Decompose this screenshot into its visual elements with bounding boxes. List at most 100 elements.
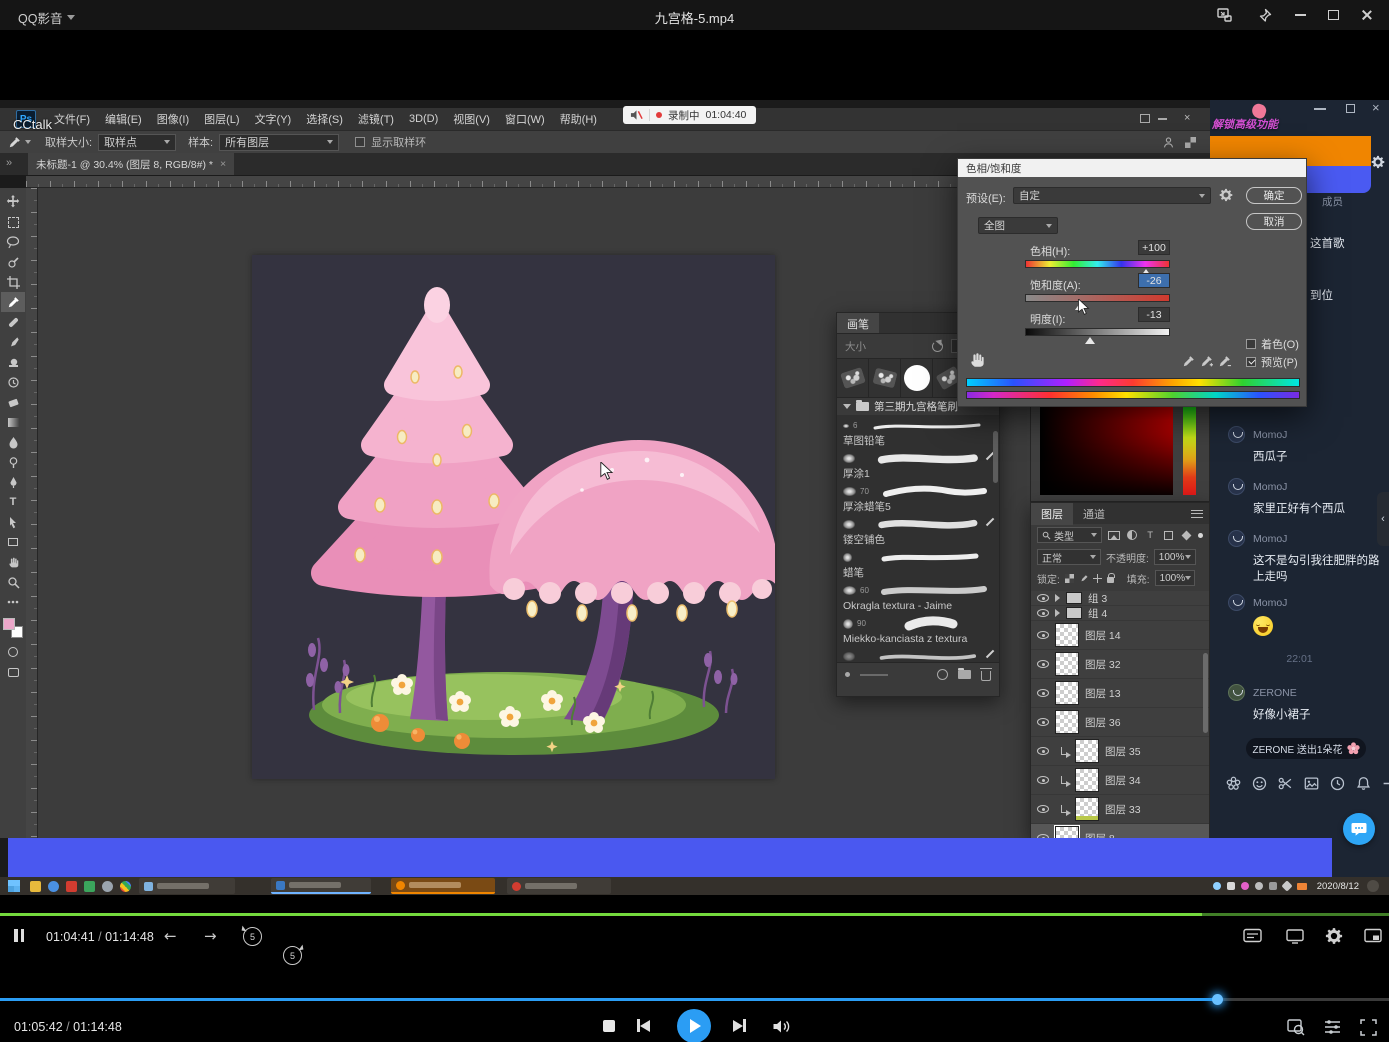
filter-type-icon[interactable]: T bbox=[1143, 529, 1156, 541]
layer-row-clipped[interactable]: 图层 33 bbox=[1031, 795, 1209, 824]
workspace-icon[interactable] bbox=[1185, 137, 1196, 148]
tool-zoom[interactable] bbox=[1, 572, 25, 592]
document-tab[interactable]: 未标题-1 @ 30.4% (图层 8, RGB/8#) * × bbox=[28, 153, 234, 175]
opacity-dropdown[interactable]: 100% bbox=[1154, 549, 1196, 565]
tool-move[interactable] bbox=[1, 192, 25, 212]
tool-dodge[interactable] bbox=[1, 452, 25, 472]
overlay-pause-button[interactable] bbox=[14, 929, 27, 942]
taskbar-browser-icon[interactable] bbox=[120, 881, 131, 892]
notification-icon[interactable] bbox=[1367, 880, 1379, 892]
tool-shape[interactable] bbox=[1, 532, 25, 552]
menu-image[interactable]: 图像(I) bbox=[157, 111, 189, 127]
menu-file[interactable]: 文件(F) bbox=[54, 111, 90, 127]
tool-blur[interactable] bbox=[1, 432, 25, 452]
maximize-button[interactable] bbox=[1324, 6, 1342, 24]
foreground-color-swatch[interactable] bbox=[3, 618, 15, 630]
lock-all-icon[interactable] bbox=[1107, 577, 1114, 583]
eyedropper-tool-icon[interactable] bbox=[8, 136, 21, 149]
range-dropdown[interactable]: 全图 bbox=[978, 217, 1058, 234]
avatar[interactable] bbox=[1228, 594, 1245, 611]
taskbar-date[interactable]: 2020/8/12 bbox=[1317, 881, 1359, 892]
cctalk-maximize-icon[interactable] bbox=[1346, 104, 1355, 113]
chat-collapse-handle[interactable]: ‹ bbox=[1377, 492, 1389, 546]
delete-brush-icon[interactable] bbox=[981, 671, 991, 681]
ps-minimize-icon[interactable] bbox=[1158, 118, 1167, 120]
eye-icon[interactable] bbox=[1037, 609, 1049, 617]
tray-icon[interactable] bbox=[1255, 882, 1263, 890]
brush-item[interactable]: 镂空铺色 bbox=[837, 514, 999, 547]
layer-row-clipped[interactable]: 图层 35 bbox=[1031, 737, 1209, 766]
chat-bubble-button[interactable] bbox=[1343, 813, 1375, 845]
ok-button[interactable]: 确定 bbox=[1246, 187, 1302, 204]
show-ring-checkbox[interactable] bbox=[355, 137, 365, 147]
sample-size-dropdown[interactable]: 取样点 bbox=[98, 134, 176, 151]
forward-5s-button[interactable]: 5 bbox=[283, 946, 302, 965]
screen-mode-icon[interactable] bbox=[1, 662, 25, 682]
close-button[interactable] bbox=[1358, 6, 1376, 24]
eyedropper-plus-icon[interactable] bbox=[1200, 355, 1213, 368]
tool-quick-select[interactable] bbox=[1, 252, 25, 272]
brush-item[interactable]: 蜡笔 bbox=[837, 547, 999, 580]
preview-checkbox[interactable] bbox=[1246, 357, 1256, 367]
quick-mask-icon[interactable] bbox=[1, 642, 25, 662]
document-close-icon[interactable]: × bbox=[220, 158, 226, 170]
eye-icon[interactable] bbox=[1037, 594, 1049, 602]
create-brush-icon[interactable] bbox=[937, 669, 948, 680]
targeted-adjustment-icon[interactable] bbox=[968, 351, 986, 369]
new-group-icon[interactable] bbox=[958, 670, 971, 679]
brush-tip-1[interactable] bbox=[837, 359, 869, 397]
members-label[interactable]: 成员 bbox=[1322, 194, 1343, 209]
tray-icon[interactable] bbox=[1269, 882, 1277, 890]
player-settings-button[interactable] bbox=[1325, 927, 1343, 945]
image-icon[interactable] bbox=[1304, 776, 1319, 791]
eyedropper-minus-icon[interactable] bbox=[1218, 355, 1231, 368]
tab-channels[interactable]: 通道 bbox=[1073, 503, 1115, 525]
arrow-right-icon[interactable] bbox=[1382, 776, 1389, 791]
tab-layers[interactable]: 图层 bbox=[1031, 503, 1073, 525]
taskbar-app-icon[interactable] bbox=[102, 881, 113, 892]
eye-icon[interactable] bbox=[1037, 718, 1049, 726]
previous-button[interactable] bbox=[637, 1019, 650, 1032]
tool-eraser[interactable] bbox=[1, 392, 25, 412]
layer-row[interactable]: 图层 36 bbox=[1031, 708, 1209, 737]
brush-panel-tab[interactable]: 画笔 bbox=[837, 313, 879, 333]
filter-toggle-icon[interactable] bbox=[1198, 533, 1203, 538]
taskbar-cctalk-button[interactable] bbox=[391, 878, 495, 894]
layer-row[interactable]: 图层 14 bbox=[1031, 621, 1209, 650]
brush-item-partial[interactable] bbox=[837, 646, 999, 662]
color-swatches[interactable] bbox=[3, 618, 23, 638]
emoji-icon[interactable] bbox=[1252, 776, 1267, 791]
tray-icon[interactable] bbox=[1281, 880, 1292, 891]
brush-item[interactable]: 60 Okragla textura - Jaime bbox=[837, 580, 999, 613]
eyedropper-icon[interactable] bbox=[1182, 355, 1195, 368]
tool-hand[interactable] bbox=[1, 552, 25, 572]
tray-icon[interactable] bbox=[1213, 882, 1221, 890]
menu-view[interactable]: 视图(V) bbox=[453, 111, 490, 127]
next-button[interactable] bbox=[733, 1019, 746, 1032]
colorize-option[interactable]: 着色(O) bbox=[1246, 336, 1299, 352]
panel-menu-icon[interactable] bbox=[1191, 510, 1203, 518]
preview-option[interactable]: 预览(P) bbox=[1246, 354, 1298, 370]
layer-row[interactable]: 图层 13 bbox=[1031, 679, 1209, 708]
layer-row-group4[interactable]: 组 4 bbox=[1031, 606, 1209, 621]
fullscreen-button[interactable] bbox=[1360, 1019, 1377, 1036]
eye-icon[interactable] bbox=[1037, 660, 1049, 668]
screenshot-search-button[interactable] bbox=[1287, 1018, 1305, 1036]
brush-item[interactable]: 厚涂1 bbox=[837, 448, 999, 481]
saturation-slider[interactable] bbox=[1025, 294, 1170, 302]
tray-icon[interactable] bbox=[1297, 883, 1307, 890]
avatar[interactable] bbox=[1228, 426, 1245, 443]
color-saturation-square[interactable] bbox=[1040, 407, 1173, 495]
eye-icon[interactable] bbox=[1037, 631, 1049, 639]
history-clock-icon[interactable] bbox=[1330, 776, 1345, 791]
brush-reset-icon[interactable] bbox=[932, 341, 943, 352]
sample-dropdown[interactable]: 所有图层 bbox=[219, 134, 339, 151]
ps-dock-icon[interactable] bbox=[1140, 114, 1150, 123]
tool-lasso[interactable] bbox=[1, 232, 25, 252]
menu-layer[interactable]: 图层(L) bbox=[204, 111, 239, 127]
avatar[interactable] bbox=[1228, 530, 1245, 547]
brush-slider[interactable] bbox=[860, 674, 888, 676]
cctalk-gear-icon[interactable] bbox=[1371, 155, 1385, 169]
stop-button[interactable] bbox=[603, 1020, 615, 1032]
eye-icon[interactable] bbox=[1037, 805, 1049, 813]
